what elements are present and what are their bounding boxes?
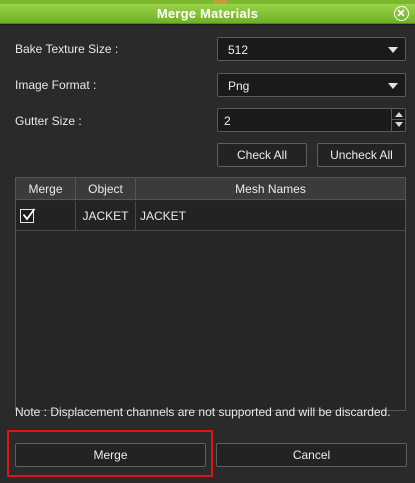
image-format-dropdown[interactable]: Png bbox=[217, 73, 406, 97]
dialog-body: Bake Texture Size : 512 Image Format : P… bbox=[0, 25, 415, 483]
table-row[interactable]: JACKET JACKET bbox=[16, 201, 405, 231]
column-header-merge[interactable]: Merge bbox=[16, 178, 76, 200]
object-cell: JACKET bbox=[76, 201, 136, 231]
mesh-name-cell: JACKET bbox=[140, 209, 187, 223]
chevron-down-icon bbox=[388, 83, 398, 89]
column-header-mesh-names[interactable]: Mesh Names bbox=[136, 178, 405, 200]
merge-button[interactable]: Merge bbox=[15, 443, 206, 467]
chevron-down-icon bbox=[388, 47, 398, 53]
table-header: Merge Object Mesh Names bbox=[16, 178, 405, 200]
merge-cell bbox=[16, 201, 76, 231]
close-icon[interactable] bbox=[394, 6, 409, 21]
image-format-value: Png bbox=[228, 79, 250, 93]
displacement-note: Note : Displacement channels are not sup… bbox=[15, 405, 391, 419]
check-all-button[interactable]: Check All bbox=[217, 143, 307, 167]
dialog-title: Merge Materials bbox=[156, 6, 259, 21]
column-header-object[interactable]: Object bbox=[76, 178, 136, 200]
bake-texture-size-value: 512 bbox=[228, 43, 249, 57]
spin-up-icon[interactable] bbox=[392, 109, 405, 120]
checkmark-icon bbox=[22, 208, 36, 221]
gutter-size-spinbox[interactable]: 2 bbox=[217, 108, 406, 132]
gutter-size-value: 2 bbox=[224, 114, 231, 128]
spin-down-icon[interactable] bbox=[392, 120, 405, 131]
merge-checkbox[interactable] bbox=[20, 208, 36, 223]
gutter-size-label: Gutter Size : bbox=[15, 114, 82, 128]
mesh-table: Merge Object Mesh Names JACKET JACKET bbox=[15, 177, 406, 411]
bake-texture-size-dropdown[interactable]: 512 bbox=[217, 37, 406, 61]
title-bar[interactable]: Merge Materials bbox=[0, 4, 415, 24]
cancel-button[interactable]: Cancel bbox=[216, 443, 407, 467]
spin-buttons bbox=[391, 109, 405, 131]
bake-texture-size-label: Bake Texture Size : bbox=[15, 42, 119, 56]
image-format-label: Image Format : bbox=[15, 78, 97, 92]
uncheck-all-button[interactable]: Uncheck All bbox=[317, 143, 406, 167]
